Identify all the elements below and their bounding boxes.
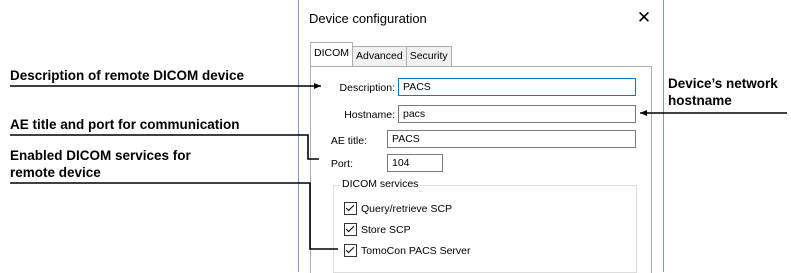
- tab-dicom[interactable]: DICOM: [310, 42, 353, 66]
- ae-title-port-bracket-line: [10, 134, 319, 160]
- services-bracket-line: [10, 182, 338, 250]
- annotation-leader-lines: [10, 83, 787, 250]
